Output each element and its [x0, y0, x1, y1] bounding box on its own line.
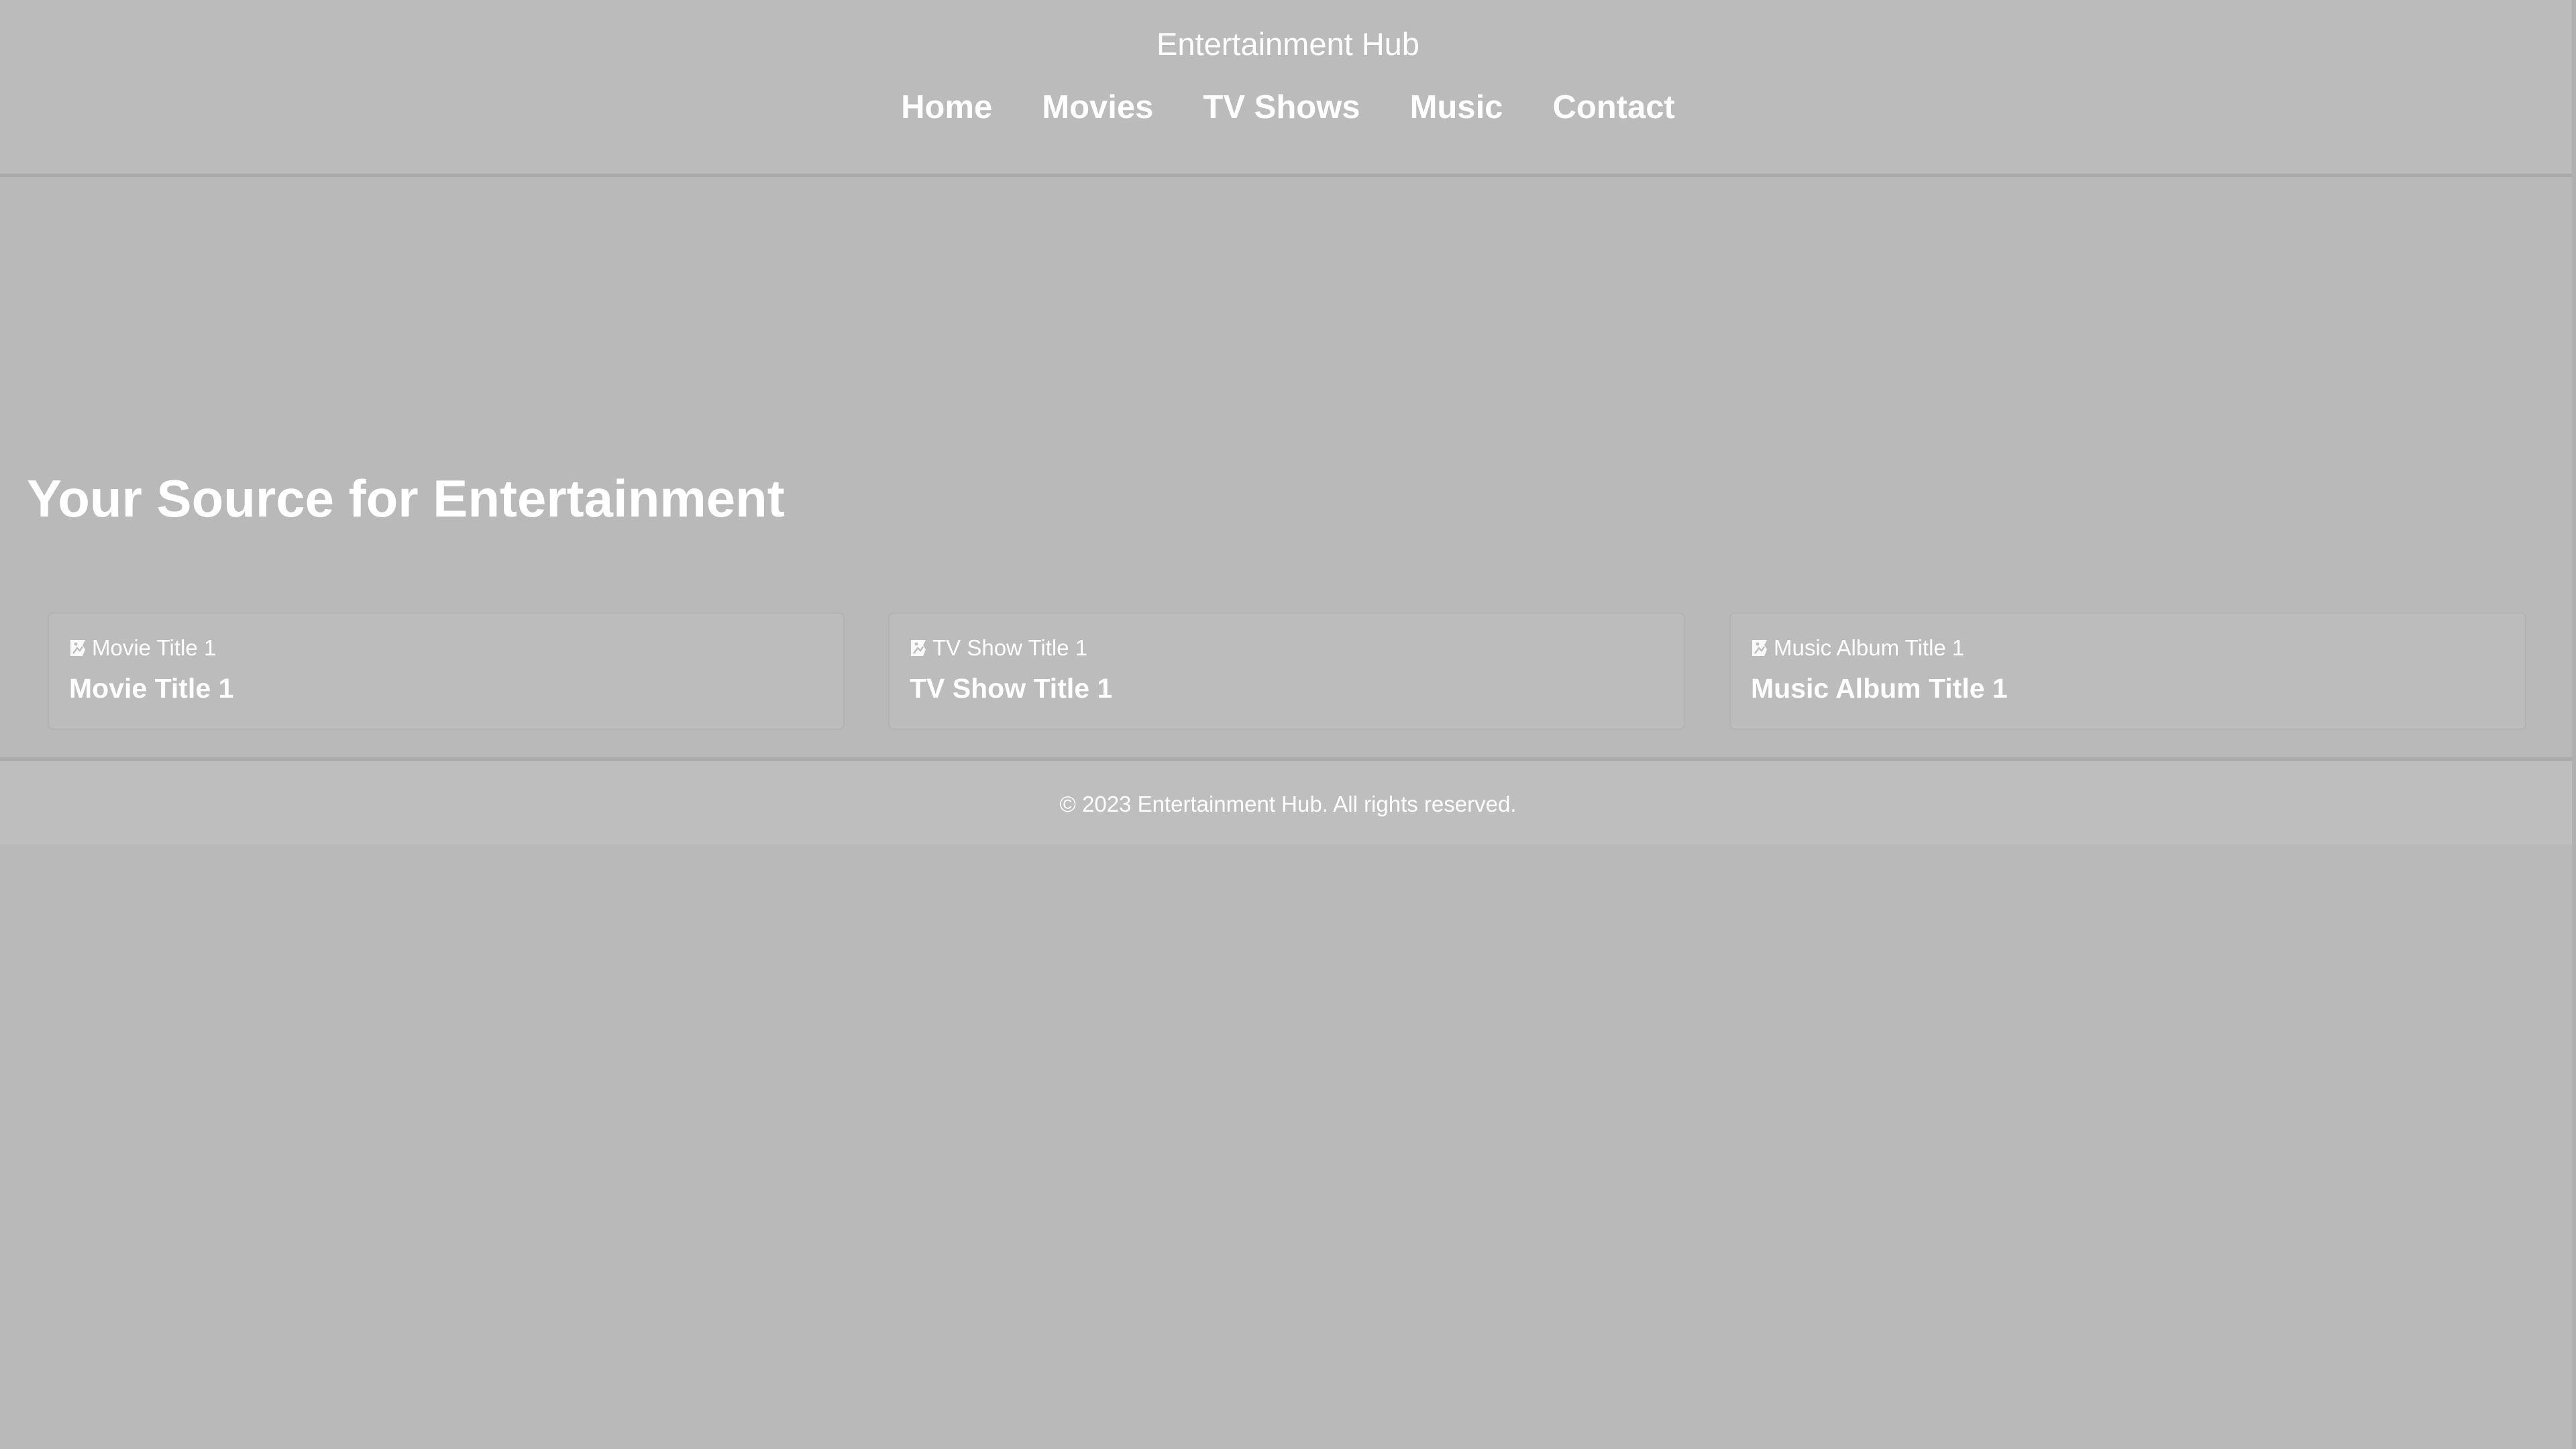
site-footer: © 2023 Entertainment Hub. All rights res… [0, 757, 2576, 845]
tv-show-image: TV Show Title 1 [910, 635, 1087, 661]
nav-link-tv-shows[interactable]: TV Shows [1203, 87, 1360, 127]
broken-image-icon [1752, 640, 1767, 656]
nav-link-home[interactable]: Home [901, 87, 992, 127]
hero-title: Your Source for Entertainment [27, 469, 785, 528]
music-album-card[interactable]: Music Album Title 1 Music Album Title 1 [1729, 612, 2526, 730]
nav-link-music[interactable]: Music [1410, 87, 1503, 127]
music-album-image: Music Album Title 1 [1751, 635, 1964, 661]
music-album-title: Music Album Title 1 [1751, 673, 2008, 704]
tv-show-card[interactable]: TV Show Title 1 TV Show Title 1 [888, 612, 1685, 730]
nav-link-movies[interactable]: Movies [1042, 87, 1153, 127]
tv-show-image-alt: TV Show Title 1 [932, 635, 1088, 660]
movie-card[interactable]: Movie Title 1 Movie Title 1 [48, 612, 845, 730]
main-nav: Home Movies TV Shows Music Contact [0, 87, 2576, 127]
tv-show-title: TV Show Title 1 [910, 673, 1113, 704]
site-title: Entertainment Hub [1157, 26, 1419, 62]
nav-link-contact[interactable]: Contact [1552, 87, 1674, 127]
broken-image-icon [911, 640, 926, 656]
movie-image-alt: Movie Title 1 [92, 635, 217, 660]
movie-title: Movie Title 1 [69, 673, 234, 704]
broken-image-icon [70, 640, 85, 656]
copyright-text: © 2023 Entertainment Hub. All rights res… [1059, 792, 1517, 816]
movie-image: Movie Title 1 [69, 635, 216, 661]
site-header: Entertainment Hub Home Movies TV Shows M… [0, 0, 2576, 177]
scrollbar-track[interactable] [2572, 0, 2576, 1449]
music-album-image-alt: Music Album Title 1 [1774, 635, 1965, 660]
